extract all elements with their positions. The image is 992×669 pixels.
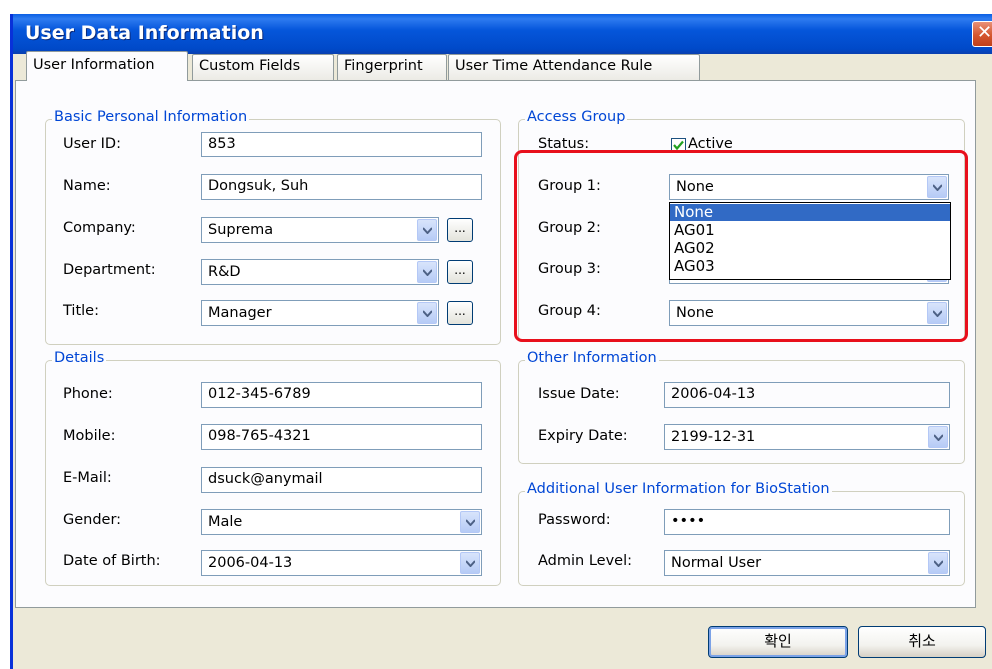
dob-value: 2006-04-13 bbox=[208, 555, 293, 571]
details-legend: Details bbox=[52, 350, 107, 366]
expiry-date-picker[interactable]: 2199-12-31 bbox=[664, 424, 950, 450]
group1-dropdown-list: None AG01 AG02 AG03 bbox=[669, 202, 951, 280]
email-field[interactable]: dsuck@anymail bbox=[201, 467, 482, 493]
company-browse-button[interactable]: ... bbox=[447, 218, 473, 242]
tab-time-attendance-rule[interactable]: User Time Attendance Rule bbox=[448, 54, 700, 80]
title-select[interactable]: Manager bbox=[201, 300, 439, 326]
user-id-field[interactable]: 853 bbox=[201, 132, 482, 157]
company-select[interactable]: Suprema bbox=[201, 217, 439, 243]
admin-level-select[interactable]: Normal User bbox=[664, 550, 950, 576]
title-value: Manager bbox=[208, 305, 272, 321]
gender-select[interactable]: Male bbox=[201, 509, 482, 535]
admin-level-value: Normal User bbox=[671, 555, 762, 571]
expiry-date-label: Expiry Date: bbox=[538, 428, 628, 444]
user-id-label: User ID: bbox=[63, 136, 121, 152]
chevron-down-icon[interactable] bbox=[417, 261, 437, 283]
other-info-legend: Other Information bbox=[525, 350, 659, 366]
tab-user-information[interactable]: User Information bbox=[26, 51, 188, 81]
company-label: Company: bbox=[63, 220, 136, 236]
company-value: Suprema bbox=[208, 222, 274, 238]
dob-label: Date of Birth: bbox=[63, 553, 161, 569]
dropdown-option-none[interactable]: None bbox=[670, 204, 950, 221]
title-browse-button[interactable]: ... bbox=[447, 301, 473, 325]
ok-button[interactable]: 확인 bbox=[708, 626, 848, 658]
department-select[interactable]: R&D bbox=[201, 259, 439, 285]
title-bar[interactable]: User Data Information ✕ bbox=[13, 14, 992, 54]
password-field[interactable]: •••• bbox=[664, 509, 950, 535]
access-group-legend: Access Group bbox=[525, 109, 628, 125]
dropdown-option-ag02[interactable]: AG02 bbox=[670, 240, 950, 257]
email-label: E-Mail: bbox=[63, 470, 112, 486]
name-label: Name: bbox=[63, 178, 111, 194]
dob-picker[interactable]: 2006-04-13 bbox=[201, 550, 482, 576]
gender-value: Male bbox=[208, 514, 243, 530]
tab-fingerprint[interactable]: Fingerprint bbox=[337, 54, 447, 80]
tab-custom-fields[interactable]: Custom Fields bbox=[192, 54, 334, 80]
chevron-down-icon[interactable] bbox=[460, 552, 480, 574]
title-label: Title: bbox=[63, 303, 99, 319]
phone-field[interactable]: 012-345-6789 bbox=[201, 382, 482, 408]
basic-info-legend: Basic Personal Information bbox=[52, 109, 250, 125]
password-label: Password: bbox=[538, 512, 611, 528]
dropdown-option-ag01[interactable]: AG01 bbox=[670, 222, 950, 239]
name-field[interactable]: Dongsuk, Suh bbox=[201, 174, 482, 200]
chevron-down-icon[interactable] bbox=[417, 302, 437, 324]
issue-date-label: Issue Date: bbox=[538, 386, 620, 402]
expiry-date-value: 2199-12-31 bbox=[671, 429, 756, 445]
mobile-field[interactable]: 098-765-4321 bbox=[201, 424, 482, 450]
chevron-down-icon[interactable] bbox=[417, 219, 437, 241]
admin-level-label: Admin Level: bbox=[538, 553, 632, 569]
department-browse-button[interactable]: ... bbox=[447, 260, 473, 284]
mobile-label: Mobile: bbox=[63, 428, 116, 444]
biostation-legend: Additional User Information for BioStati… bbox=[525, 481, 832, 497]
department-label: Department: bbox=[63, 262, 156, 278]
close-button[interactable]: ✕ bbox=[972, 21, 992, 47]
chevron-down-icon[interactable] bbox=[928, 552, 948, 574]
window-title: User Data Information bbox=[25, 22, 264, 44]
phone-label: Phone: bbox=[63, 386, 113, 402]
issue-date-field: 2006-04-13 bbox=[664, 382, 950, 408]
dropdown-option-ag03[interactable]: AG03 bbox=[670, 258, 950, 275]
chevron-down-icon[interactable] bbox=[928, 426, 948, 448]
chevron-down-icon[interactable] bbox=[460, 511, 480, 533]
cancel-button[interactable]: 취소 bbox=[858, 626, 986, 658]
close-icon: ✕ bbox=[977, 22, 992, 43]
department-value: R&D bbox=[208, 264, 241, 280]
gender-label: Gender: bbox=[63, 512, 122, 528]
